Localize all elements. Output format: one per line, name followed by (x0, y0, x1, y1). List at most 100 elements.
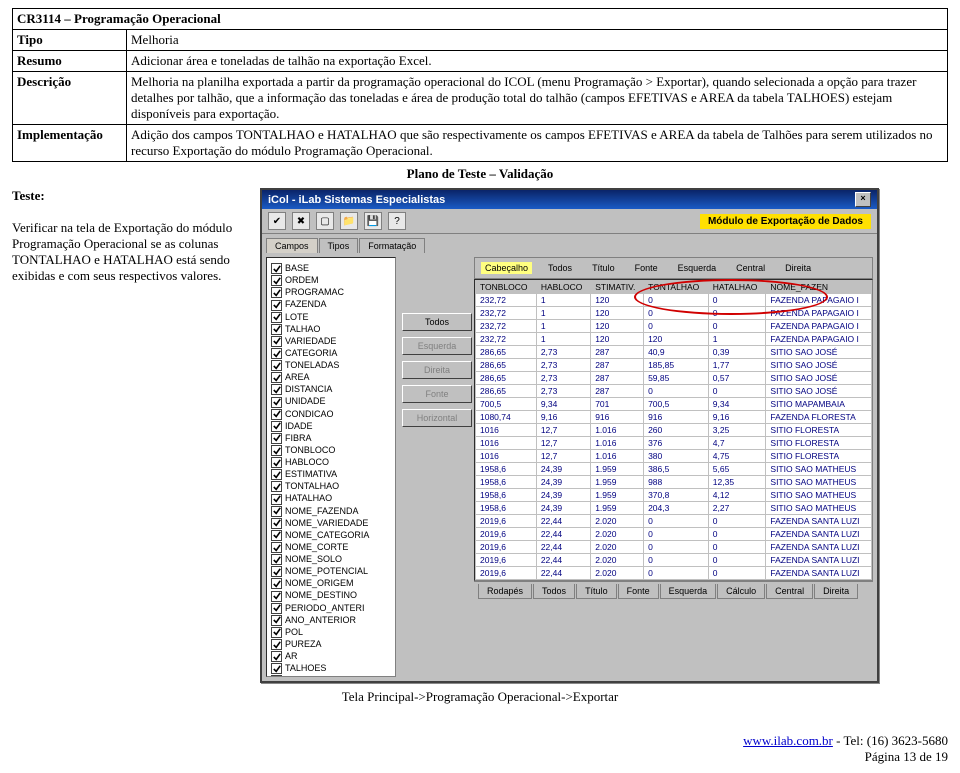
field-condicao[interactable]: CONDICAO (271, 408, 391, 420)
table-row[interactable]: 2019,622,442.02000FAZENDA SANTA LUZI (476, 528, 872, 541)
field-calc_area[interactable]: CALC_AREA (271, 674, 391, 677)
field-nome_fazenda[interactable]: NOME_FAZENDA (271, 505, 391, 517)
table-row[interactable]: 232,72112000FAZENDA PAPAGAIO I (476, 320, 872, 333)
field-fibra[interactable]: FIBRA (271, 432, 391, 444)
field-variedade[interactable]: VARIEDADE (271, 335, 391, 347)
field-nome_variedade[interactable]: NOME_VARIEDADE (271, 517, 391, 529)
clear-icon[interactable]: ▢ (316, 212, 334, 230)
field-nome_potencial[interactable]: NOME_POTENCIAL (271, 565, 391, 577)
field-categoria[interactable]: CATEGORIA (271, 347, 391, 359)
field-base[interactable]: BASE (271, 262, 391, 274)
table-row[interactable]: 232,72112000FAZENDA PAPAGAIO I (476, 307, 872, 320)
field-nome_corte[interactable]: NOME_CORTE (271, 541, 391, 553)
field-area[interactable]: AREA (271, 371, 391, 383)
plano-heading: Plano de Teste – Validação (12, 166, 948, 182)
ftr-tab-3[interactable]: Fonte (618, 584, 659, 599)
table-row[interactable]: 286,652,7328759,850,57SITIO SAO JOSÉ (476, 372, 872, 385)
field-unidade[interactable]: UNIDADE (271, 395, 391, 407)
table-row[interactable]: 101612,71.0162603,25SITIO FLORESTA (476, 424, 872, 437)
field-estimativa[interactable]: ESTIMATIVA (271, 468, 391, 480)
field-habloco[interactable]: HABLOCO (271, 456, 391, 468)
btn-direita[interactable]: Direita (402, 361, 472, 379)
ftr-tab-1[interactable]: Todos (533, 584, 575, 599)
table-row[interactable]: 2019,622,442.02000FAZENDA SANTA LUZI (476, 554, 872, 567)
btn-fonte[interactable]: Fonte (402, 385, 472, 403)
hdr-tab-6[interactable]: Direita (781, 262, 815, 274)
col-nome_fazen[interactable]: NOME_FAZEN (766, 281, 872, 294)
ftr-tab-2[interactable]: Título (576, 584, 617, 599)
field-nome_origem[interactable]: NOME_ORIGEM (271, 577, 391, 589)
field-periodo_anteri[interactable]: PERIODO_ANTERI (271, 602, 391, 614)
table-row[interactable]: 232,72112000FAZENDA PAPAGAIO I (476, 294, 872, 307)
table-row[interactable]: 286,652,73287185,851,77SITIO SAO JOSÉ (476, 359, 872, 372)
field-fazenda[interactable]: FAZENDA (271, 298, 391, 310)
left-tab-campos[interactable]: Campos (266, 238, 318, 253)
table-row[interactable]: 2019,622,442.02000FAZENDA SANTA LUZI (476, 541, 872, 554)
table-row[interactable]: 1958,624,391.959370,84,12SITIO SAO MATHE… (476, 489, 872, 502)
table-row[interactable]: 101612,71.0163804,75SITIO FLORESTA (476, 450, 872, 463)
field-ordem[interactable]: ORDEM (271, 274, 391, 286)
hdr-tab-4[interactable]: Esquerda (674, 262, 721, 274)
field-talhao[interactable]: TALHAO (271, 323, 391, 335)
field-pol[interactable]: POL (271, 626, 391, 638)
left-tab-formatação[interactable]: Formatação (359, 238, 425, 253)
field-ar[interactable]: AR (271, 650, 391, 662)
col-tonbloco[interactable]: TONBLOCO (476, 281, 537, 294)
table-row[interactable]: 286,652,7328740,90,39SITIO SAO JOSÉ (476, 346, 872, 359)
hdr-tab-1[interactable]: Todos (544, 262, 576, 274)
ftr-tab-0[interactable]: Rodapés (478, 584, 532, 599)
check-icon[interactable]: ✔ (268, 212, 286, 230)
descricao-label: Descrição (13, 72, 127, 125)
table-row[interactable]: 1958,624,391.959386,55,65SITIO SAO MATHE… (476, 463, 872, 476)
field-talhoes[interactable]: TALHOES (271, 662, 391, 674)
field-programac[interactable]: PROGRAMAC (271, 286, 391, 298)
field-tonbloco[interactable]: TONBLOCO (271, 444, 391, 456)
ftr-tab-6[interactable]: Central (766, 584, 813, 599)
hdr-tab-3[interactable]: Fonte (631, 262, 662, 274)
fields-list[interactable]: BASEORDEMPROGRAMACFAZENDALOTETALHAOVARIE… (266, 257, 396, 677)
col-hatalhao[interactable]: HATALHAO (708, 281, 766, 294)
table-row[interactable]: 2019,622,442.02000FAZENDA SANTA LUZI (476, 567, 872, 580)
close-icon[interactable]: × (855, 192, 871, 207)
table-row[interactable]: 1958,624,391.959204,32,27SITIO SAO MATHE… (476, 502, 872, 515)
ftr-tab-5[interactable]: Cálculo (717, 584, 765, 599)
hdr-tab-2[interactable]: Título (588, 262, 619, 274)
table-row[interactable]: 101612,71.0163764,7SITIO FLORESTA (476, 437, 872, 450)
hdr-tab-0[interactable]: Cabeçalho (481, 262, 532, 274)
field-nome_solo[interactable]: NOME_SOLO (271, 553, 391, 565)
table-row[interactable]: 700,59,34701700,59,34SITIO MAPAMBAIA (476, 398, 872, 411)
save-icon[interactable]: 💾 (364, 212, 382, 230)
field-lote[interactable]: LOTE (271, 311, 391, 323)
field-nome_destino[interactable]: NOME_DESTINO (271, 589, 391, 601)
col-habloco[interactable]: HABLOCO (536, 281, 590, 294)
help-icon[interactable]: ? (388, 212, 406, 230)
btn-todos[interactable]: Todos (402, 313, 472, 331)
field-pureza[interactable]: PUREZA (271, 638, 391, 650)
data-grid[interactable]: TONBLOCOHABLOCOSTIMATIV.TONTALHAOHATALHA… (474, 279, 873, 581)
col-stimativ.[interactable]: STIMATIV. (591, 281, 644, 294)
btn-horizontal[interactable]: Horizontal (402, 409, 472, 427)
field-idade[interactable]: IDADE (271, 420, 391, 432)
footer-link[interactable]: www.ilab.com.br (743, 733, 833, 748)
btn-esquerda[interactable]: Esquerda (402, 337, 472, 355)
cr-title: CR3114 – Programação Operacional (13, 9, 948, 30)
field-distancia[interactable]: DISTANCIA (271, 383, 391, 395)
col-tontalhao[interactable]: TONTALHAO (644, 281, 709, 294)
field-toneladas[interactable]: TONELADAS (271, 359, 391, 371)
left-tab-tipos[interactable]: Tipos (319, 238, 359, 253)
table-row[interactable]: 2019,622,442.02000FAZENDA SANTA LUZI (476, 515, 872, 528)
hdr-tab-5[interactable]: Central (732, 262, 769, 274)
table-row[interactable]: 1080,749,169169169,16FAZENDA FLORESTA (476, 411, 872, 424)
resumo-value: Adicionar área e toneladas de talhão na … (127, 51, 948, 72)
field-ano_anterior[interactable]: ANO_ANTERIOR (271, 614, 391, 626)
field-nome_categoria[interactable]: NOME_CATEGORIA (271, 529, 391, 541)
table-row[interactable]: 286,652,7328700SITIO SAO JOSÉ (476, 385, 872, 398)
cancel-icon[interactable]: ✖ (292, 212, 310, 230)
ftr-tab-4[interactable]: Esquerda (660, 584, 717, 599)
field-tontalhao[interactable]: TONTALHAO (271, 480, 391, 492)
folder-icon[interactable]: 📁 (340, 212, 358, 230)
table-row[interactable]: 1958,624,391.95998812,35SITIO SAO MATHEU… (476, 476, 872, 489)
field-hatalhao[interactable]: HATALHAO (271, 492, 391, 504)
ftr-tab-7[interactable]: Direita (814, 584, 858, 599)
table-row[interactable]: 232,7211201201FAZENDA PAPAGAIO I (476, 333, 872, 346)
